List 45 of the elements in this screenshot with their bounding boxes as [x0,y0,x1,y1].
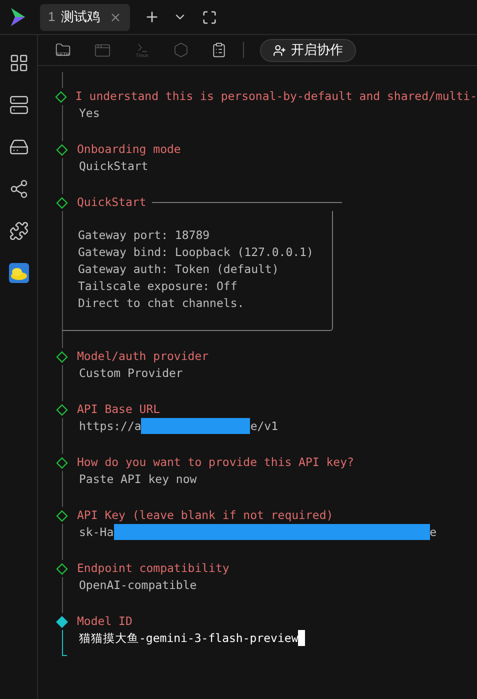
step-value: Paste API key now [79,471,197,488]
step-title: Model ID [77,613,132,630]
step-value: QuickStart [79,158,148,175]
step-value: e/v1 [250,418,278,435]
fullscreen-icon[interactable] [202,10,217,24]
folder-icon [54,42,72,58]
add-user-icon [273,44,286,56]
step-value: OpenAI-compatible [79,577,197,594]
session-tab[interactable]: 1 测试鸡 [40,4,130,30]
step-title: Model/auth provider [77,348,209,365]
step-value: Custom Provider [79,365,183,382]
note-line: Direct to chat channels. [78,295,246,312]
tab-number: 1 [48,8,56,26]
note-line: Gateway bind: Loopback (127.0.0.1) [78,244,314,261]
step-value: e [430,524,437,541]
step-title: API Base URL [77,401,160,418]
step-title: QuickStart [77,194,146,211]
drive-icon[interactable] [8,137,28,157]
step-title: How do you want to provide this API key? [77,454,354,471]
app-icon[interactable] [8,263,28,283]
network-icon[interactable] [8,179,28,199]
logo-icon [10,7,26,27]
step-title: Endpoint compatibility [77,560,230,577]
step-value: https://a [79,418,142,435]
step-title: I understand this is personal-by-default and shared/multi- [75,88,477,105]
step-value: sk-Ha [79,524,114,541]
puzzle-icon[interactable] [8,221,28,241]
window-icon[interactable] [94,42,111,58]
note-line: Gateway auth: Token (default) [78,261,280,278]
step-value: 猫猫摸大鱼-gemini-3-flash-preview [79,630,298,647]
note-line: Gateway port: 18789 [78,227,211,244]
step-value: Yes [79,105,100,122]
grid-icon[interactable] [8,53,28,73]
add-tab-icon[interactable] [144,9,160,25]
server-icon[interactable] [8,95,28,115]
text-cursor [298,630,306,646]
clipboard-icon[interactable] [211,42,227,58]
guide-line [62,630,67,656]
hexagon-icon[interactable] [173,42,189,58]
close-icon[interactable] [109,10,122,24]
step-title: API Key (leave blank if not required) [77,507,334,524]
collaborate-button[interactable]: 开启协作 [260,38,356,62]
step-title: Onboarding mode [77,141,181,158]
note-line: Tailscale exposure: Off [78,278,238,295]
tab-title: 测试鸡 [61,8,100,26]
